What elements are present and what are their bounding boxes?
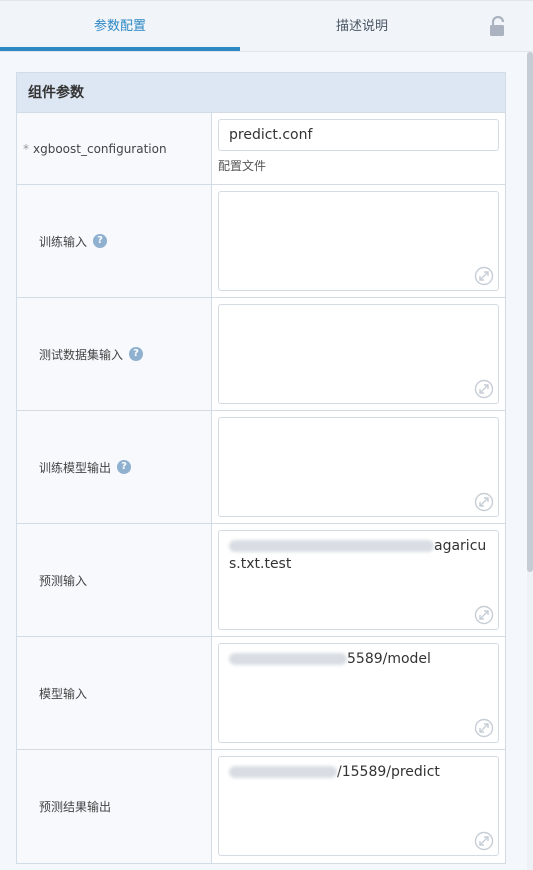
param-label: * xgboost_configuration: [17, 113, 212, 184]
param-cell: [212, 185, 505, 297]
redacted-text: [229, 540, 434, 552]
expand-icon[interactable]: [474, 492, 494, 512]
config-hint: 配置文件: [218, 159, 267, 173]
predict-output-textarea[interactable]: /15589/predict: [218, 756, 499, 856]
param-label-text: 模型输入: [39, 686, 88, 701]
param-cell: /15589/predict: [212, 750, 505, 863]
expand-icon[interactable]: [474, 831, 494, 851]
param-row-model-output: 训练模型输出 ?: [17, 411, 505, 524]
param-row-model-input: 模型输入 5589/model: [17, 637, 505, 750]
params-panel: 组件参数 * xgboost_configuration predict.con…: [16, 72, 506, 864]
expand-icon[interactable]: [474, 605, 494, 625]
param-label-text: 训练模型输出: [39, 460, 112, 475]
unlock-icon[interactable]: [487, 15, 509, 39]
param-row-train-input: 训练输入 ?: [17, 185, 505, 298]
predict-input-textarea[interactable]: agaricus.txt.test: [218, 530, 499, 630]
question-icon[interactable]: ?: [117, 460, 132, 474]
question-icon[interactable]: ?: [129, 347, 144, 361]
param-cell: agaricus.txt.test: [212, 524, 505, 636]
model-input-textarea[interactable]: 5589/model: [218, 643, 499, 743]
active-tab-indicator: [0, 47, 240, 51]
param-label: 测试数据集输入 ?: [17, 298, 212, 410]
redacted-text: [229, 653, 347, 665]
param-row-predict-output: 预测结果输出 /15589/predict: [17, 750, 505, 863]
param-label: 预测结果输出: [17, 750, 212, 863]
expand-icon[interactable]: [474, 718, 494, 738]
param-cell: 5589/model: [212, 637, 505, 749]
scrollbar-thumb[interactable]: [527, 52, 533, 572]
scrollbar[interactable]: [527, 52, 533, 870]
model-output-textarea[interactable]: [218, 417, 499, 517]
redacted-text: [229, 766, 337, 778]
tab-param-config[interactable]: 参数配置: [0, 1, 240, 51]
param-cell: [212, 298, 505, 410]
param-label: 模型输入: [17, 637, 212, 749]
textarea-value: 5589/model: [347, 651, 431, 667]
param-label-text: 预测结果输出: [39, 800, 112, 814]
textarea-value: /15589/predict: [337, 764, 440, 780]
param-row-test-input: 测试数据集输入 ?: [17, 298, 505, 411]
param-label-text: 测试数据集输入: [39, 347, 124, 362]
param-label: 训练输入 ?: [17, 185, 212, 297]
tab-bar: 参数配置 描述说明: [0, 0, 533, 52]
param-label: 训练模型输出 ?: [17, 411, 212, 523]
param-label: 预测输入: [17, 524, 212, 636]
expand-icon[interactable]: [474, 379, 494, 399]
param-cell: [212, 411, 505, 523]
param-label-text: xgboost_configuration: [33, 141, 167, 156]
param-row-predict-input: 预测输入 agaricus.txt.test: [17, 524, 505, 637]
test-input-textarea[interactable]: [218, 304, 499, 404]
param-cell: predict.conf 配置文件: [212, 113, 505, 184]
train-input-textarea[interactable]: [218, 191, 499, 291]
panel-title: 组件参数: [17, 73, 505, 113]
tab-description[interactable]: 描述说明: [240, 1, 484, 51]
param-label-text: 预测输入: [39, 573, 88, 588]
param-label-text: 训练输入: [39, 234, 88, 249]
config-input[interactable]: predict.conf: [218, 119, 499, 151]
expand-icon[interactable]: [474, 266, 494, 286]
question-icon[interactable]: ?: [93, 234, 108, 248]
param-row-config: * xgboost_configuration predict.conf 配置文…: [17, 113, 505, 185]
required-mark: *: [23, 141, 29, 156]
